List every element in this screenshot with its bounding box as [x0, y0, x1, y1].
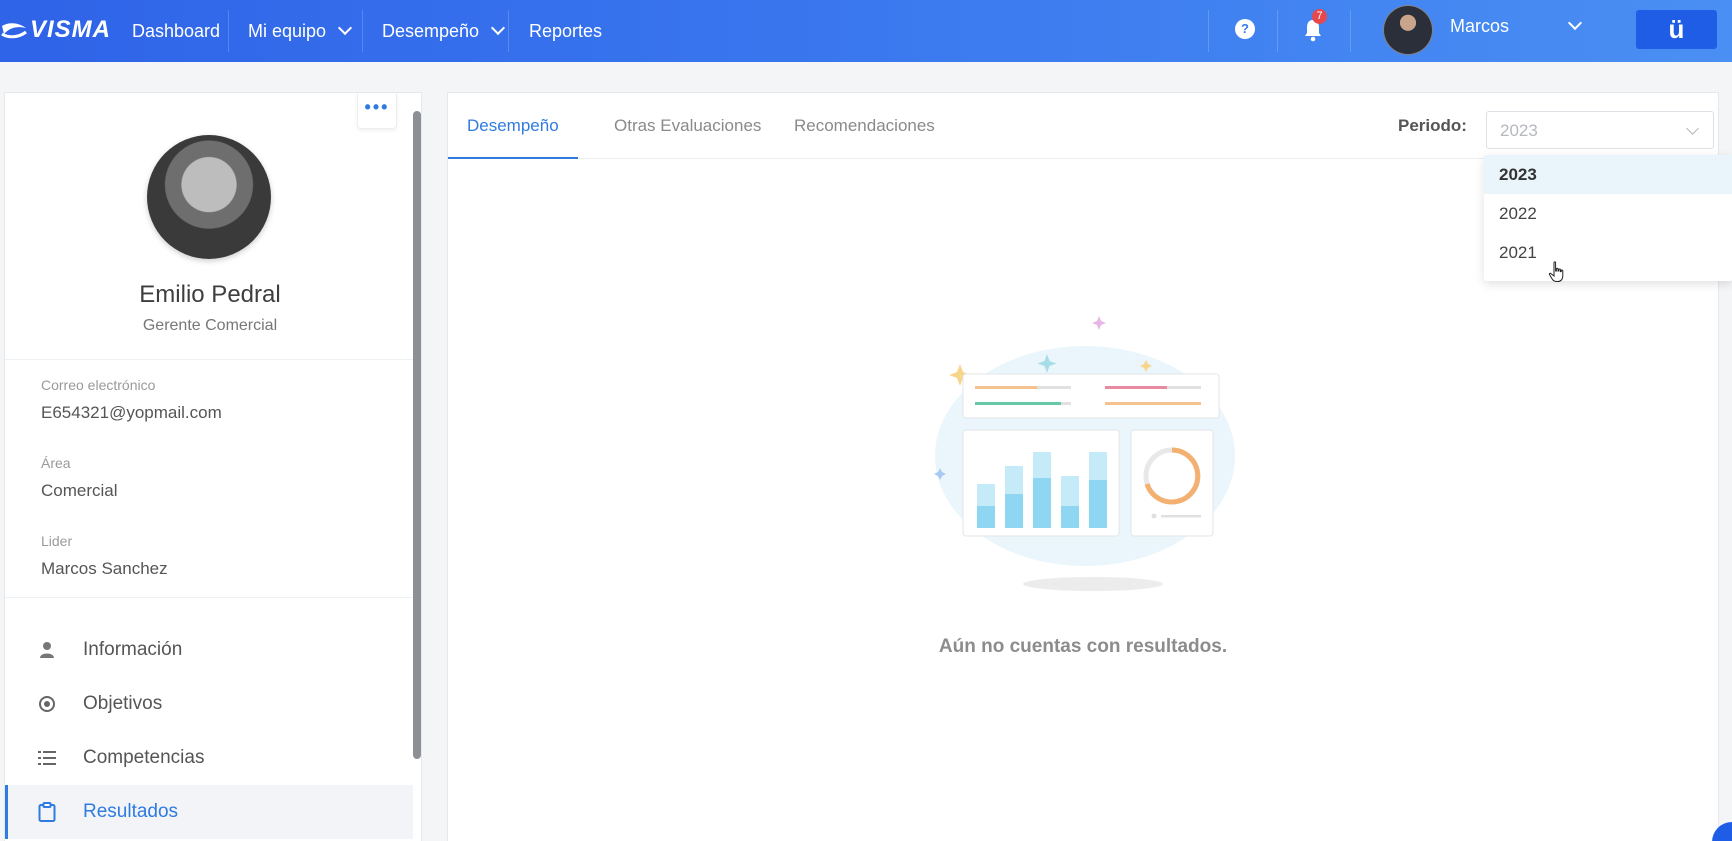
chevron-down-icon: [1686, 122, 1699, 135]
divider: [5, 359, 413, 360]
chevron-down-icon: [337, 20, 353, 36]
menu-item-label: Resultados: [83, 801, 179, 822]
help-icon[interactable]: ?: [1235, 19, 1255, 39]
menu-item-objetivos[interactable]: Objetivos: [5, 677, 413, 731]
nav-separator: [228, 10, 229, 52]
clipboard-icon: [38, 802, 56, 822]
scrollbar[interactable]: [413, 111, 421, 759]
profile-panel: ••• Emilio Pedral Gerente Comercial Corr…: [4, 92, 422, 841]
nav-mi-equipo-label: Mi equipo: [248, 20, 327, 41]
profile-role: Gerente Comercial: [142, 317, 278, 334]
period-select[interactable]: 2023: [1486, 111, 1714, 149]
target-icon: [39, 696, 55, 712]
menu-item-resultados[interactable]: Resultados: [5, 785, 413, 839]
menu-item-label: Competencias: [83, 747, 205, 768]
tab-bar: Desempeño Otras Evaluaciones Recomendaci…: [448, 93, 1718, 159]
menu-item-informacion[interactable]: Información: [5, 623, 413, 677]
user-name[interactable]: Marcos: [1450, 16, 1509, 37]
brand-app-button[interactable]: ü: [1636, 10, 1717, 49]
chevron-down-icon: [490, 20, 506, 36]
empty-results-message: Aún no cuentas con resultados.: [938, 636, 1228, 657]
divider: [5, 597, 413, 598]
profile-avatar: [147, 135, 271, 259]
nav-reportes[interactable]: Reportes: [529, 0, 602, 62]
menu-item-label: Objetivos: [83, 693, 163, 714]
empty-results-illustration: [934, 316, 1235, 591]
list-icon: [38, 751, 56, 765]
period-dropdown-menu: 2023 2022 2021: [1484, 155, 1732, 281]
chevron-down-icon[interactable]: [1567, 15, 1583, 31]
nav-separator: [1350, 10, 1351, 52]
nav-desempeno[interactable]: Desempeño: [382, 0, 506, 62]
nav-separator: [508, 10, 509, 52]
menu-item-label: Información: [83, 639, 183, 660]
visma-logo-icon: [1, 23, 27, 39]
profile-name: Emilio Pedral: [139, 281, 281, 308]
more-options-button[interactable]: •••: [357, 93, 397, 129]
visma-logo[interactable]: VISMA: [0, 16, 111, 44]
period-label: Periodo:: [1398, 116, 1467, 135]
nav-dashboard[interactable]: Dashboard: [132, 0, 220, 62]
nav-reportes-label: Reportes: [529, 20, 603, 41]
notification-badge: 7: [1312, 9, 1327, 24]
user-icon: [40, 642, 54, 658]
top-navigation-bar: VISMA Dashboard Mi equipo Desempeño Repo…: [0, 0, 1732, 62]
hand-pointer-icon: [1548, 261, 1564, 282]
menu-item-competencias[interactable]: Competencias: [5, 731, 413, 785]
nav-separator: [1277, 10, 1278, 52]
nav-separator: [362, 10, 363, 52]
area-value: Comercial: [41, 481, 118, 500]
period-option[interactable]: 2023: [1484, 155, 1732, 194]
tab-otras-evaluaciones[interactable]: Otras Evaluaciones: [595, 93, 780, 159]
tab-recomendaciones[interactable]: Recomendaciones: [775, 93, 954, 159]
leader-label: Lider: [41, 533, 73, 549]
email-value: E654321@yopmail.com: [41, 403, 222, 422]
period-option[interactable]: 2021: [1484, 233, 1732, 272]
nav-mi-equipo[interactable]: Mi equipo: [248, 0, 353, 62]
nav-desempeno-label: Desempeño: [382, 20, 480, 41]
tab-desempeno[interactable]: Desempeño: [448, 93, 578, 159]
nav-dashboard-label: Dashboard: [132, 20, 221, 41]
period-select-value: 2023: [1500, 121, 1538, 140]
period-option[interactable]: 2022: [1484, 194, 1732, 233]
nav-separator: [1208, 10, 1209, 52]
email-label: Correo electrónico: [41, 377, 156, 393]
user-avatar[interactable]: [1383, 5, 1433, 55]
area-label: Área: [41, 455, 71, 471]
logo-text: VISMA: [30, 16, 112, 43]
leader-value: Marcos Sanchez: [41, 559, 168, 578]
